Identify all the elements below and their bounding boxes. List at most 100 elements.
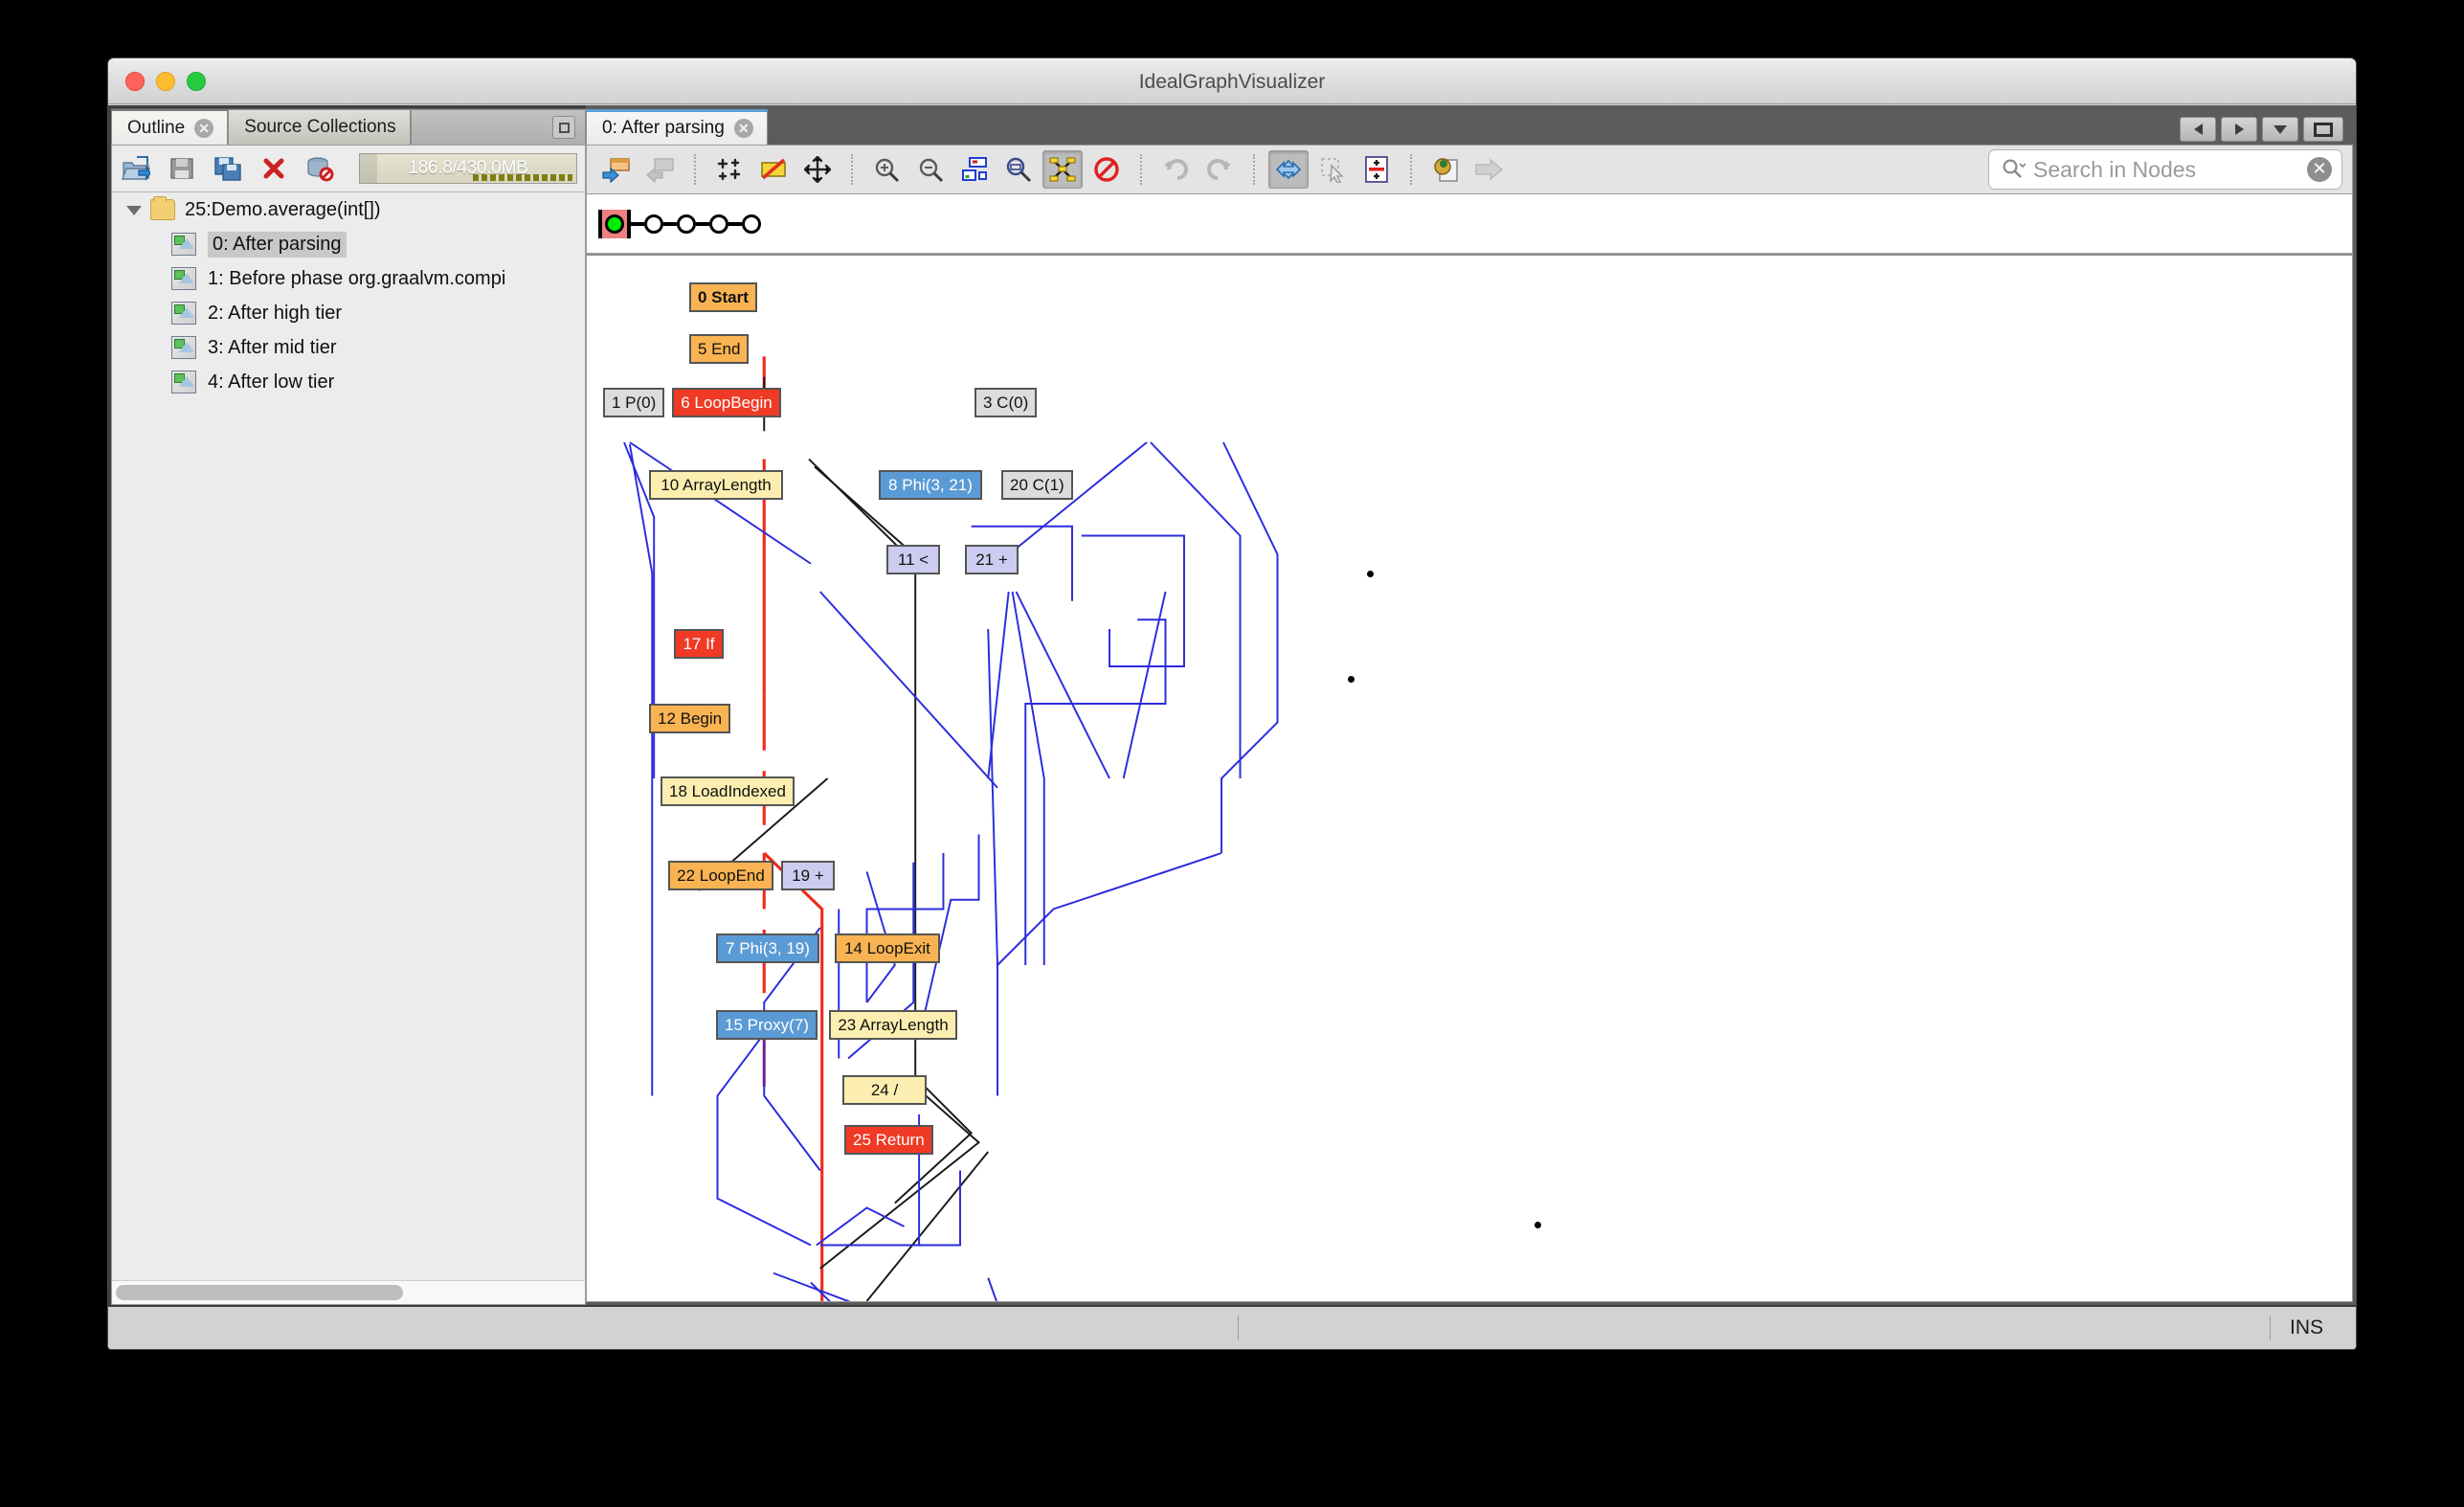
tree-root-row[interactable]: 25:Demo.average(int[]) xyxy=(112,192,585,227)
close-icon[interactable]: ✕ xyxy=(194,118,214,138)
phase-slider-selection[interactable] xyxy=(602,209,627,238)
maximize-editor-button[interactable] xyxy=(2303,117,2343,142)
save-icon[interactable] xyxy=(166,152,198,185)
zoom-out-icon[interactable] xyxy=(910,150,951,189)
editor-tab-controls xyxy=(2180,117,2353,145)
graph-node-21[interactable]: 21 + xyxy=(965,545,1019,574)
clear-database-icon[interactable] xyxy=(303,152,336,185)
graph-node-22[interactable]: 22 LoopEnd xyxy=(668,861,773,890)
graph-node-14[interactable]: 14 LoopExit xyxy=(835,933,940,963)
outline-tree[interactable]: 25:Demo.average(int[]) 0: After parsing … xyxy=(111,192,586,1280)
graph-node-17[interactable]: 17 If xyxy=(674,629,724,659)
selection-mode-icon[interactable] xyxy=(1312,150,1353,189)
status-separator xyxy=(1238,1316,1239,1340)
tree-item-after-high-tier[interactable]: 2: After high tier xyxy=(112,296,585,330)
scroll-tabs-right-button[interactable] xyxy=(2221,117,2257,142)
undo-icon[interactable] xyxy=(1155,150,1196,189)
save-all-icon[interactable] xyxy=(212,152,244,185)
redo-icon[interactable] xyxy=(1199,150,1240,189)
tree-root-label: 25:Demo.average(int[]) xyxy=(185,198,381,220)
minimize-group-icon[interactable] xyxy=(552,116,575,139)
tree-item-after-low-tier[interactable]: 4: After low tier xyxy=(112,365,585,399)
tab-outline[interactable]: Outline ✕ xyxy=(111,109,229,145)
fit-diagram-icon[interactable] xyxy=(954,150,995,189)
graph-node-11[interactable]: 11 < xyxy=(886,545,940,574)
search-placeholder: Search in Nodes xyxy=(2033,156,2197,182)
graph-node-19[interactable]: 19 + xyxy=(781,861,835,890)
scrollbar-thumb[interactable] xyxy=(116,1285,403,1300)
outline-tabbar: Outline ✕ Source Collections xyxy=(111,108,586,145)
toolbar-separator xyxy=(694,154,696,185)
tab-source-collections[interactable]: Source Collections xyxy=(228,109,411,145)
scroll-tabs-left-button[interactable] xyxy=(2180,117,2216,142)
next-graph-icon[interactable] xyxy=(596,150,637,189)
clear-icon[interactable]: ✕ xyxy=(2307,157,2332,182)
phase-node-0[interactable] xyxy=(605,214,624,234)
graph-canvas[interactable]: 0 Start 5 End 1 P(0) 6 LoopBegin 3 C(0) … xyxy=(586,254,2353,1302)
tree-item-before-phase[interactable]: 1: Before phase org.graalvm.compi xyxy=(112,261,585,296)
graph-icon xyxy=(171,371,196,394)
graph-node-5[interactable]: 5 End xyxy=(689,334,750,364)
graph-node-18[interactable]: 18 LoadIndexed xyxy=(661,776,795,806)
phase-connector xyxy=(696,221,709,226)
graph-node-25[interactable]: 25 Return xyxy=(844,1125,933,1155)
cluster-layout-icon[interactable] xyxy=(1042,150,1083,189)
tab-list-dropdown-button[interactable] xyxy=(2262,117,2298,142)
memory-gauge-label: 186.8/430.0MB xyxy=(408,158,528,178)
graph-node-24[interactable]: 24 / xyxy=(842,1075,927,1105)
graph-node-23[interactable]: 23 ArrayLength xyxy=(829,1010,957,1040)
graph-node-15[interactable]: 15 Proxy(7) xyxy=(716,1010,818,1040)
phase-slider[interactable] xyxy=(586,194,2353,254)
outline-panel: Outline ✕ Source Collections 186.8/430.0… xyxy=(108,105,586,1305)
expand-all-icon[interactable] xyxy=(709,150,750,189)
graph-node-12[interactable]: 12 Begin xyxy=(649,704,731,733)
node-anchor-dot xyxy=(1367,571,1374,577)
zoom-reset-icon[interactable] xyxy=(998,150,1039,189)
show-all-icon[interactable] xyxy=(797,150,838,189)
application-window: IdealGraphVisualizer Outline ✕ Source Co… xyxy=(107,57,2357,1350)
folder-icon xyxy=(150,196,175,220)
phase-node-1[interactable] xyxy=(644,214,663,234)
chevron-down-icon[interactable] xyxy=(123,199,145,220)
node-properties-icon[interactable] xyxy=(1356,150,1397,189)
export-icon[interactable] xyxy=(1469,150,1510,189)
graph-node-3[interactable]: 3 C(0) xyxy=(974,388,1038,417)
tab-after-parsing-label: 0: After parsing xyxy=(602,118,725,138)
open-folder-icon[interactable] xyxy=(120,152,152,185)
remove-icon[interactable] xyxy=(258,152,290,185)
graph-icon xyxy=(171,267,196,290)
graph-node-7[interactable]: 7 Phi(3, 19) xyxy=(716,933,819,963)
outline-horizontal-scrollbar[interactable] xyxy=(111,1280,586,1305)
graph-node-0[interactable]: 0 Start xyxy=(689,282,757,312)
phase-node-3[interactable] xyxy=(709,214,728,234)
tab-after-parsing[interactable]: 0: After parsing ✕ xyxy=(586,109,768,145)
tree-item-label: 2: After high tier xyxy=(208,302,343,324)
graph-node-1[interactable]: 1 P(0) xyxy=(603,388,665,417)
close-icon[interactable]: ✕ xyxy=(733,119,753,138)
tree-item-after-parsing[interactable]: 0: After parsing xyxy=(112,227,585,261)
outline-tabbar-filler xyxy=(410,109,586,145)
node-anchor-dot xyxy=(1348,676,1355,683)
toolbar-separator xyxy=(851,154,853,185)
search-input[interactable]: Search in Nodes ✕ xyxy=(1988,149,2342,190)
graph-node-10[interactable]: 10 ArrayLength xyxy=(649,470,783,500)
tree-item-label: 1: Before phase org.graalvm.compi xyxy=(208,267,506,289)
graph-node-6[interactable]: 6 LoopBegin xyxy=(672,388,781,417)
graph-node-20[interactable]: 20 C(1) xyxy=(1001,470,1073,500)
window-title: IdealGraphVisualizer xyxy=(1138,71,1326,93)
pan-mode-icon[interactable] xyxy=(1268,150,1309,189)
hide-selection-icon[interactable] xyxy=(753,150,794,189)
memory-gauge[interactable]: 186.8/430.0MB xyxy=(359,153,577,184)
no-layout-icon[interactable] xyxy=(1086,150,1127,189)
status-bar: INS xyxy=(108,1305,2356,1349)
graph-editor-panel: 0: After parsing ✕ Search in Nodes ✕ 0 S… xyxy=(586,105,2356,1305)
phase-node-4[interactable] xyxy=(742,214,761,234)
toolbar-separator xyxy=(1253,154,1255,185)
graph-icon xyxy=(171,302,196,325)
phase-node-2[interactable] xyxy=(677,214,696,234)
tree-item-after-mid-tier[interactable]: 3: After mid tier xyxy=(112,330,585,365)
color-scheme-icon[interactable] xyxy=(1425,150,1466,189)
graph-node-8[interactable]: 8 Phi(3, 21) xyxy=(879,470,982,500)
previous-graph-icon[interactable] xyxy=(640,150,681,189)
zoom-in-icon[interactable] xyxy=(866,150,907,189)
